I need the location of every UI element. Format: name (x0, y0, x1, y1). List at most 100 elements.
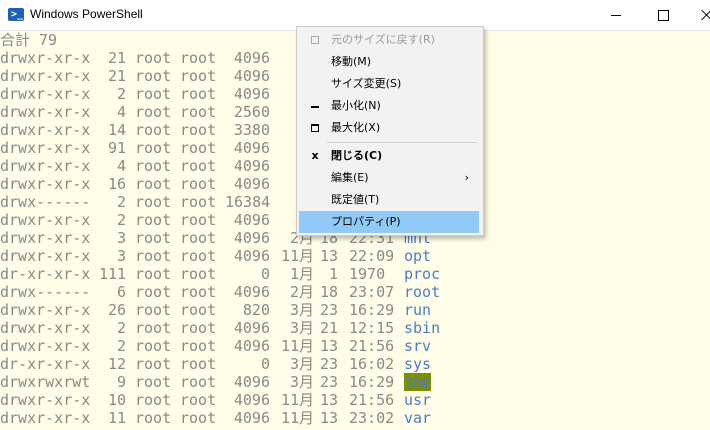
close-button[interactable] (686, 0, 710, 30)
cell-size: 4096 (233, 409, 270, 427)
cell-owner: root (135, 157, 172, 175)
cell-size: 4096 (233, 85, 270, 103)
cell-links: 26 (107, 301, 126, 319)
cell-owner: root (135, 85, 172, 103)
cell-owner: root (135, 211, 172, 229)
cell-perm: drwxrwxrwt (0, 373, 91, 391)
cell-group: root (180, 175, 217, 193)
menu-separator (327, 142, 477, 143)
cell-time: 23:07 (349, 283, 395, 301)
listing-row: drwx------ 6 root root 4096 2月 18 23:07 root (0, 283, 710, 301)
listing-row: drwxr-xr-x 2 root root 4096 11月 13 21:56 srv (0, 337, 710, 355)
cell-month: 1月 (289, 265, 314, 283)
cell-size: 4096 (233, 319, 270, 337)
cell-owner: root (135, 337, 172, 355)
minimize-button[interactable] (594, 0, 640, 30)
cell-month: 11月 (280, 409, 314, 427)
listing-row: dr-xr-xr-x 111 root root 0 1月 1 1970 proc (0, 265, 710, 283)
cell-day: 1 (328, 265, 338, 283)
cell-links: 12 (107, 355, 126, 373)
cell-perm: drwxr-xr-x (0, 175, 91, 193)
cell-time: 16:29 (349, 373, 395, 391)
cell-size: 4096 (233, 391, 270, 409)
menu-item-move[interactable]: 移動(M) (299, 51, 479, 73)
cell-size: 4096 (233, 175, 270, 193)
cell-links: 21 (107, 49, 126, 67)
cell-size: 3380 (233, 121, 270, 139)
cell-name: root (404, 283, 441, 301)
menu-item-maximize[interactable]: 最大化(X) (299, 117, 479, 139)
cell-perm: drwxr-xr-x (0, 319, 91, 337)
cell-group: root (180, 103, 217, 121)
cell-perm: drwxr-xr-x (0, 337, 91, 355)
cell-size: 4096 (233, 157, 270, 175)
cell-owner: root (135, 49, 172, 67)
listing-row: drwxrwxrwt 9 root root 4096 3月 23 16:29 tmp (0, 373, 710, 391)
cell-day: 13 (320, 409, 339, 427)
cell-name: proc (404, 265, 441, 283)
cell-name: run (404, 301, 432, 319)
cell-group: root (180, 67, 217, 85)
cell-owner: root (135, 391, 172, 409)
cell-perm: drwxr-xr-x (0, 49, 91, 67)
menu-item-restore[interactable]: 元のサイズに戻す(R) (299, 29, 479, 51)
cell-owner: root (135, 139, 172, 157)
cell-day: 13 (320, 337, 339, 355)
cell-day: 18 (320, 283, 339, 301)
cell-links: 2 (116, 211, 126, 229)
cell-size: 4096 (233, 139, 270, 157)
cell-links: 91 (107, 139, 126, 157)
menu-item-properties[interactable]: プロパティ(P) (299, 211, 479, 233)
cell-links: 2 (116, 85, 126, 103)
cell-links: 2 (116, 193, 126, 211)
maximize-icon (658, 10, 669, 21)
cell-size: 16384 (225, 193, 271, 211)
cell-time: 16:02 (349, 355, 395, 373)
cell-group: root (180, 49, 217, 67)
menu-item-edit[interactable]: 編集(E) › (299, 167, 479, 189)
cell-owner: root (135, 67, 172, 85)
cell-time: 23:02 (349, 409, 395, 427)
cell-group: root (180, 409, 217, 427)
listing-row: drwxr-xr-x 26 root root 820 3月 23 16:29 run (0, 301, 710, 319)
menu-item-defaults[interactable]: 既定値(T) (299, 189, 479, 211)
cell-size: 0 (260, 355, 270, 373)
menu-item-resize[interactable]: サイズ変更(S) (299, 73, 479, 95)
listing-row: dr-xr-xr-x 12 root root 0 3月 23 16:02 sys (0, 355, 710, 373)
cell-perm: drwx------ (0, 283, 91, 301)
powershell-icon[interactable]: >_ (8, 8, 24, 21)
cell-size: 0 (260, 265, 270, 283)
cell-perm: dr-xr-xr-x (0, 355, 91, 373)
total-line: 合計 79 (0, 31, 58, 49)
cell-owner: root (135, 175, 172, 193)
cell-group: root (180, 211, 217, 229)
cell-month: 3月 (289, 355, 314, 373)
cell-perm: drwxr-xr-x (0, 301, 91, 319)
cell-month: 3月 (289, 373, 314, 391)
cell-links: 3 (116, 247, 126, 265)
cell-perm: drwxr-xr-x (0, 67, 91, 85)
cell-owner: root (135, 265, 172, 283)
cell-links: 16 (107, 175, 126, 193)
cell-group: root (180, 265, 217, 283)
listing-row: drwxr-xr-x 10 root root 4096 11月 13 21:56 usr (0, 391, 710, 409)
cell-links: 2 (116, 337, 126, 355)
cell-perm: drwxr-xr-x (0, 103, 91, 121)
minimize-icon (307, 95, 323, 117)
cell-time: 12:15 (349, 319, 395, 337)
cell-size: 4096 (233, 49, 270, 67)
maximize-button[interactable] (640, 0, 686, 30)
cell-size: 2560 (233, 103, 270, 121)
menu-item-close[interactable]: x 閉じる(C) (299, 145, 479, 167)
menu-item-minimize[interactable]: 最小化(N) (299, 95, 479, 117)
listing-row: drwxr-xr-x 2 root root 4096 3月 21 12:15 sbin (0, 319, 710, 337)
cell-name: usr (404, 391, 432, 409)
cell-size: 4096 (233, 337, 270, 355)
cell-perm: drwxr-xr-x (0, 85, 91, 103)
cell-group: root (180, 301, 217, 319)
cell-links: 9 (116, 373, 126, 391)
cell-owner: root (135, 193, 172, 211)
cell-group: root (180, 283, 217, 301)
cell-group: root (180, 121, 217, 139)
listing-row: drwxr-xr-x 11 root root 4096 11月 13 23:02 var (0, 409, 710, 427)
